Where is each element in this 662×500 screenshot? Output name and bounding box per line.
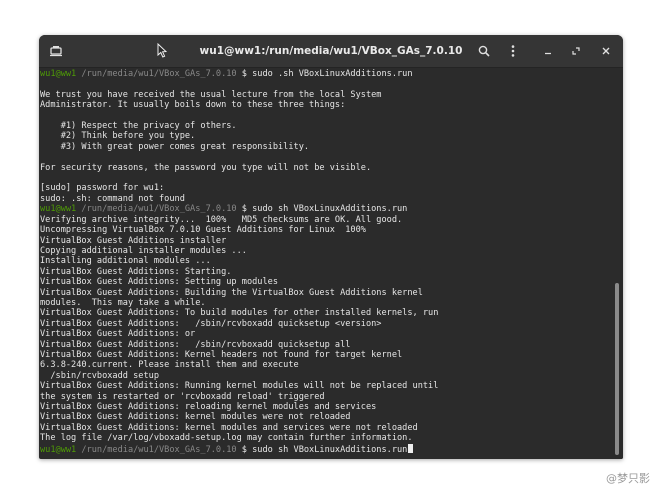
menu-button[interactable]	[503, 41, 523, 61]
terminal-text: sudo: .sh: command not found	[40, 193, 185, 204]
terminal-line: VirtualBox Guest Additions: /sbin/rcvbox…	[40, 319, 612, 329]
terminal-text: VirtualBox Guest Additions: To build mod…	[40, 308, 439, 319]
text-cursor	[408, 443, 414, 453]
prompt-user: wu1@ww1	[40, 204, 77, 215]
terminal-line: [sudo] password for wu1:	[40, 183, 612, 193]
terminal-text: VirtualBox Guest Additions: Starting.	[40, 266, 232, 277]
terminal-text: $ sudo .sh VBoxLinuxAdditions.run	[236, 69, 413, 79]
terminal-text: the system is restarted or 'rcvboxadd re…	[40, 391, 325, 402]
terminal-line: Copying additional installer modules ...	[40, 246, 612, 256]
terminal-line: /sbin/rcvboxadd setup	[40, 371, 612, 381]
window-title: wu1@ww1:/run/media/wu1/VBox_GAs_7.0.10	[199, 45, 463, 57]
search-icon	[478, 45, 490, 57]
terminal-text: Uncompressing VirtualBox 7.0.10 Guest Ad…	[40, 225, 366, 236]
terminal-line: The log file /var/log/vboxadd-setup.log …	[40, 433, 612, 443]
terminal-text: VirtualBox Guest Additions: /sbin/rcvbox…	[40, 339, 351, 350]
terminal-text: VirtualBox Guest Additions installer	[40, 235, 227, 246]
terminal-line: VirtualBox Guest Additions: or	[40, 329, 612, 339]
terminal-text: VirtualBox Guest Additions: kernel modul…	[40, 412, 351, 423]
scrollbar[interactable]	[612, 68, 623, 459]
terminal-line: #2) Think before you type.	[40, 131, 612, 141]
terminal-line: #3) With great power comes great respons…	[40, 142, 612, 152]
terminal-text: VirtualBox Guest Additions: Setting up m…	[40, 277, 278, 288]
terminal-line: VirtualBox Guest Additions: Building the…	[40, 288, 612, 298]
terminal-line: VirtualBox Guest Additions: Running kern…	[40, 381, 612, 391]
terminal-text: $ sudo sh VBoxLinuxAdditions.run	[236, 204, 408, 215]
terminal-line: VirtualBox Guest Additions: reloading ke…	[40, 402, 612, 412]
terminal-text: VirtualBox Guest Additions: Kernel heade…	[40, 349, 403, 360]
terminal-text: Installing additional modules ...	[40, 256, 211, 267]
terminal-line: wu1@ww1 /run/media/wu1/VBox_GAs_7.0.10 $…	[40, 69, 612, 79]
terminal-line: #1) Respect the privacy of others.	[40, 121, 612, 131]
terminal-text: We trust you have received the usual lec…	[40, 89, 382, 100]
terminal-text: For security reasons, the password you t…	[40, 162, 372, 173]
terminal-text: The log file /var/log/vboxadd-setup.log …	[40, 433, 413, 444]
terminal-lines: wu1@ww1 /run/media/wu1/VBox_GAs_7.0.10 $…	[40, 69, 612, 455]
terminal-text: Verifying archive integrity... 100% MD5 …	[40, 214, 403, 225]
terminal-line: sudo: .sh: command not found	[40, 194, 612, 204]
prompt-path: /run/media/wu1/VBox_GAs_7.0.10	[76, 69, 237, 79]
terminal-text: [sudo] password for wu1:	[40, 183, 165, 194]
new-tab-icon	[49, 45, 63, 57]
terminal-line: VirtualBox Guest Additions: Kernel heade…	[40, 350, 612, 360]
terminal-line: the system is restarted or 'rcvboxadd re…	[40, 392, 612, 402]
close-button[interactable]	[596, 41, 616, 61]
terminal-text: /sbin/rcvboxadd setup	[40, 370, 159, 381]
terminal-line: Administrator. It usually boils down to …	[40, 100, 612, 110]
terminal-text: VirtualBox Guest Additions: Building the…	[40, 287, 423, 298]
terminal-line: VirtualBox Guest Additions: To build mod…	[40, 308, 612, 318]
terminal-line: VirtualBox Guest Additions: kernel modul…	[40, 423, 612, 433]
terminal-text: $ sudo sh VBoxLinuxAdditions.run	[236, 444, 408, 455]
terminal-text: VirtualBox Guest Additions: /sbin/rcvbox…	[40, 318, 382, 329]
search-button[interactable]	[474, 41, 494, 61]
title-bar[interactable]: wu1@ww1:/run/media/wu1/VBox_GAs_7.0.10	[39, 35, 623, 68]
scrollbar-thumb[interactable]	[615, 283, 619, 456]
terminal-text: VirtualBox Guest Additions: Running kern…	[40, 381, 439, 392]
terminal-line: wu1@ww1 /run/media/wu1/VBox_GAs_7.0.10 $…	[40, 204, 612, 214]
terminal-line: VirtualBox Guest Additions: kernel modul…	[40, 412, 612, 422]
terminal-text: VirtualBox Guest Additions: reloading ke…	[40, 402, 377, 412]
new-tab-button[interactable]	[46, 41, 66, 61]
terminal-window: wu1@ww1:/run/media/wu1/VBox_GAs_7.0.10 w…	[39, 35, 623, 459]
terminal-text: VirtualBox Guest Additions: kernel modul…	[40, 422, 418, 433]
close-icon	[602, 47, 610, 55]
terminal-line: Uncompressing VirtualBox 7.0.10 Guest Ad…	[40, 225, 612, 235]
terminal-line: VirtualBox Guest Additions: Setting up m…	[40, 277, 612, 287]
prompt-path: /run/media/wu1/VBox_GAs_7.0.10	[76, 444, 237, 455]
terminal-line: VirtualBox Guest Additions installer	[40, 236, 612, 246]
prompt-user: wu1@ww1	[40, 444, 77, 455]
minimize-icon	[544, 47, 552, 55]
terminal-line: wu1@ww1 /run/media/wu1/VBox_GAs_7.0.10 $…	[40, 443, 612, 455]
terminal-line: VirtualBox Guest Additions: /sbin/rcvbox…	[40, 340, 612, 350]
terminal-text: VirtualBox Guest Additions: or	[40, 329, 196, 340]
watermark: @梦只影	[606, 470, 650, 486]
terminal-line: modules. This may take a while.	[40, 298, 612, 308]
prompt-user: wu1@ww1	[40, 69, 77, 79]
terminal-line: Verifying archive integrity... 100% MD5 …	[40, 215, 612, 225]
terminal-line: VirtualBox Guest Additions: Starting.	[40, 267, 612, 277]
maximize-icon	[572, 47, 580, 55]
maximize-button[interactable]	[566, 41, 586, 61]
terminal-text: Copying additional installer modules ...	[40, 245, 247, 256]
watermark-text: @梦只影	[606, 472, 650, 485]
terminal-line: For security reasons, the password you t…	[40, 163, 612, 173]
mouse-pointer-icon	[157, 42, 168, 62]
terminal-text: 6.3.8-240.current. Please install them a…	[40, 360, 299, 371]
terminal-text: modules. This may take a while.	[40, 297, 206, 308]
terminal-line: We trust you have received the usual lec…	[40, 90, 612, 100]
minimize-button[interactable]	[538, 41, 558, 61]
prompt-path: /run/media/wu1/VBox_GAs_7.0.10	[76, 204, 237, 215]
terminal-text: #2) Think before you type.	[40, 131, 196, 142]
terminal-line: 6.3.8-240.current. Please install them a…	[40, 360, 612, 370]
terminal-line: Installing additional modules ...	[40, 256, 612, 266]
terminal-text: #3) With great power comes great respons…	[40, 141, 310, 152]
terminal-text: #1) Respect the privacy of others.	[40, 121, 237, 132]
terminal-text: Administrator. It usually boils down to …	[40, 100, 346, 111]
terminal-output[interactable]: wu1@ww1 /run/media/wu1/VBox_GAs_7.0.10 $…	[39, 68, 612, 459]
kebab-menu-icon	[511, 45, 515, 57]
